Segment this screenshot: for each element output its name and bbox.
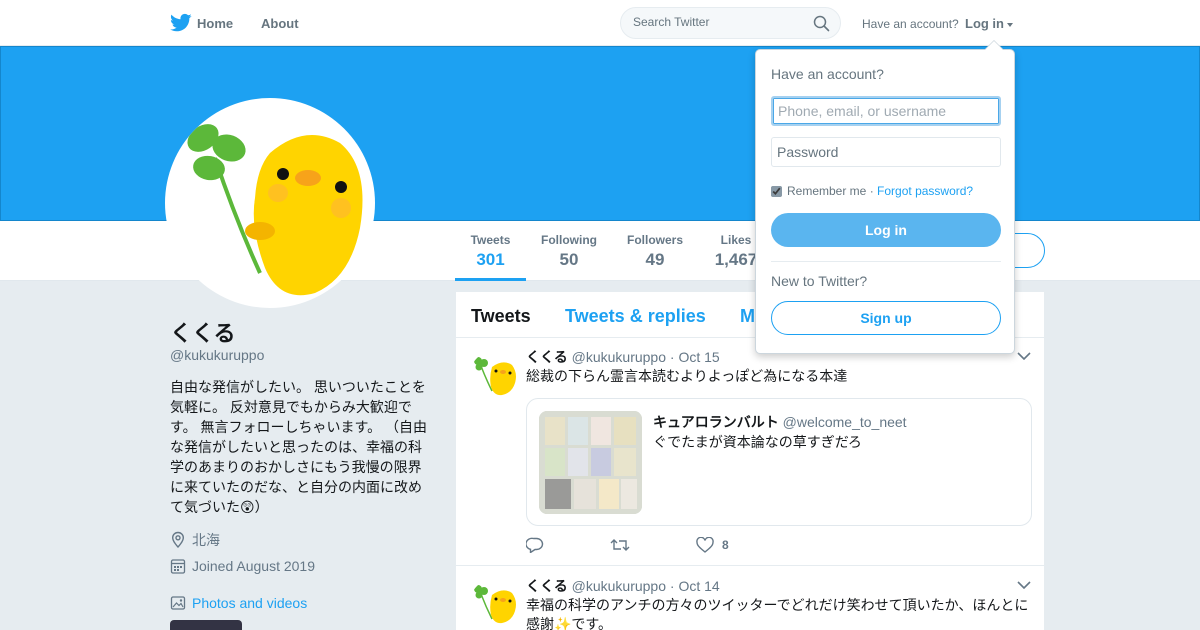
caret-down-icon <box>1007 22 1013 27</box>
media-thumbnail[interactable] <box>170 620 242 630</box>
twitter-bird-icon[interactable] <box>170 13 192 33</box>
chick-avatar-icon <box>474 357 516 396</box>
profile-location: 北海 <box>170 530 220 550</box>
forgot-password-link[interactable]: Forgot password? <box>877 184 973 198</box>
chevron-down-icon[interactable] <box>1017 352 1031 360</box>
stat-value: 49 <box>645 250 665 269</box>
stat-label: Likes <box>720 233 752 247</box>
search-icon[interactable] <box>813 15 830 32</box>
nav-home-link[interactable]: Home <box>197 16 233 31</box>
chevron-down-icon[interactable] <box>1017 581 1031 589</box>
nav-about-link[interactable]: About <box>261 16 299 31</box>
reply-button[interactable] <box>526 537 552 553</box>
login-menu-toggle[interactable]: Log in <box>965 16 1013 31</box>
heart-icon <box>696 537 714 553</box>
stat-label: Followers <box>626 233 683 247</box>
search-input[interactable] <box>633 15 808 29</box>
top-nav: Home About Have an account? Log in <box>0 0 1200 46</box>
tab-media[interactable]: M <box>740 306 755 327</box>
tab-tweets-replies[interactable]: Tweets & replies <box>565 306 706 327</box>
tweet[interactable]: くくる @kukukuruppo · Oct 15 総裁の下らん霊言本読むよりよ… <box>456 339 1044 566</box>
password-field[interactable] <box>771 137 1001 167</box>
tweet[interactable]: くくる @kukukuruppo · Oct 14 幸福の科学のアンチの方々のツ… <box>456 567 1044 630</box>
profile-handle[interactable]: @kukukuruppo <box>170 347 264 363</box>
tweet-author-name[interactable]: くくる <box>526 578 568 594</box>
photos-label: Photos and videos <box>192 595 308 611</box>
tweet-date[interactable]: Oct 15 <box>678 349 719 365</box>
photo-icon <box>170 596 186 610</box>
new-to-twitter-text: New to Twitter? <box>771 273 868 289</box>
quoted-author-name[interactable]: キュアロランバルト <box>653 414 779 430</box>
stat-label: Following <box>541 233 597 247</box>
profile-joined: Joined August 2019 <box>170 558 315 574</box>
quoted-author-handle[interactable]: @welcome_to_neet <box>783 414 907 430</box>
retweet-icon <box>610 539 630 551</box>
books-photo <box>539 411 642 514</box>
like-button[interactable]: 8 <box>696 537 729 553</box>
remember-label[interactable]: Remember me <box>787 184 866 198</box>
tweet-avatar[interactable] <box>470 579 518 627</box>
quoted-tweet[interactable]: キュアロランバルト @welcome_to_neet ぐでたまが資本論なの草すぎ… <box>526 398 1032 526</box>
remember-row: Remember me · Forgot password? <box>771 184 973 198</box>
quoted-tweet-header: キュアロランバルト @welcome_to_neet <box>653 412 907 432</box>
tweet-date[interactable]: Oct 14 <box>678 578 719 594</box>
dropdown-title: Have an account? <box>771 66 884 82</box>
tweet-separator: · <box>669 349 675 365</box>
reply-icon <box>526 537 544 553</box>
like-count: 8 <box>722 538 729 552</box>
stat-likes[interactable]: Likes 1,467 <box>712 233 760 281</box>
calendar-icon <box>170 559 186 574</box>
stat-following[interactable]: Following 50 <box>540 233 598 281</box>
tweet-avatar[interactable] <box>470 351 518 399</box>
stat-value: 1,467 <box>714 250 758 269</box>
remember-separator: · <box>869 184 874 198</box>
tab-tweets[interactable]: Tweets <box>471 306 531 327</box>
tweet-text: 幸福の科学のアンチの方々のツイッターでどれだけ笑わせて頂いたか、ほんとに感謝✨で… <box>526 597 1029 630</box>
login-button[interactable]: Log in <box>771 213 1001 247</box>
location-pin-icon <box>171 531 185 549</box>
profile-avatar[interactable] <box>165 98 375 308</box>
tweet-actions: 8 <box>526 537 787 553</box>
tweet-header: くくる @kukukuruppo · Oct 15 <box>526 347 720 367</box>
retweet-button[interactable] <box>610 537 638 553</box>
have-account-text: Have an account? <box>862 17 959 31</box>
quoted-tweet-image[interactable] <box>539 411 642 514</box>
quoted-tweet-text: ぐでたまが資本論なの草すぎだろ <box>653 434 862 450</box>
chick-avatar-icon <box>474 585 516 624</box>
stat-label: Tweets <box>470 233 511 247</box>
tweet-author-name[interactable]: くくる <box>526 349 568 365</box>
remember-checkbox[interactable] <box>771 185 782 197</box>
tweet-header: くくる @kukukuruppo · Oct 14 <box>526 576 720 596</box>
stat-tweets[interactable]: Tweets 301 <box>455 233 526 281</box>
joined-text: Joined August 2019 <box>192 558 315 574</box>
tweet-author-handle[interactable]: @kukukuruppo <box>572 349 666 365</box>
location-text: 北海 <box>192 532 220 548</box>
login-dropdown: Have an account? Remember me · Forgot pa… <box>755 40 1015 354</box>
stat-followers[interactable]: Followers 49 <box>626 233 684 281</box>
stat-value: 301 <box>476 250 505 269</box>
chick-clover-illustration <box>187 124 363 296</box>
stat-value: 50 <box>559 250 579 269</box>
tweet-text: 総裁の下らん霊言本読むよりよっぽど為になる本達 <box>526 368 848 384</box>
signup-button[interactable]: Sign up <box>771 301 1001 335</box>
tweet-separator: · <box>669 578 675 594</box>
photos-videos-link[interactable]: Photos and videos <box>170 595 307 611</box>
profile-bio: 自由な発信がしたい。 思いついたことを気軽に。 反対意見でもからみ大歓迎です。 … <box>170 379 427 515</box>
login-label: Log in <box>965 16 1004 31</box>
tweet-author-handle[interactable]: @kukukuruppo <box>572 578 666 594</box>
username-field[interactable] <box>771 96 1001 126</box>
search-box[interactable] <box>620 7 841 39</box>
profile-name[interactable]: くくる <box>170 316 236 348</box>
divider <box>771 261 1001 262</box>
